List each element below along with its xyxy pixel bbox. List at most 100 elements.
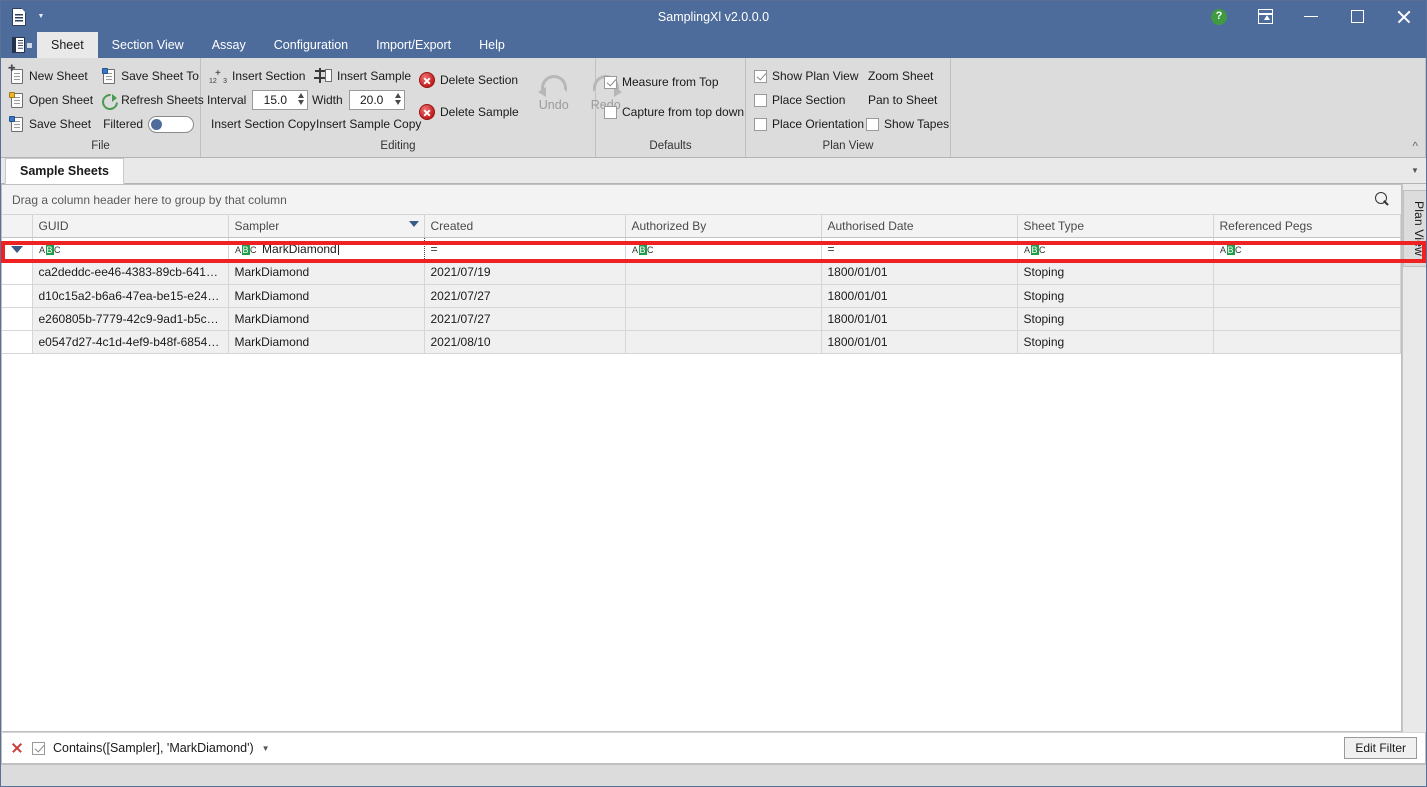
- table-row[interactable]: e260805b-7779-42c9-9ad1-b5c8943... MarkD…: [2, 307, 1401, 330]
- save-sheet-to-button[interactable]: Save Sheet To: [99, 64, 203, 88]
- filter-cell-authorised-date[interactable]: =: [821, 237, 1017, 261]
- cell-referenced-pegs[interactable]: [1213, 330, 1401, 353]
- cell-sampler[interactable]: MarkDiamond: [228, 330, 424, 353]
- column-header-referenced-pegs[interactable]: Referenced Pegs: [1213, 215, 1401, 237]
- cell-sheet-type[interactable]: Stoping: [1017, 284, 1213, 307]
- clear-filter-button[interactable]: [10, 741, 24, 755]
- table-row[interactable]: d10c15a2-b6a6-47ea-be15-e247115... MarkD…: [2, 284, 1401, 307]
- table-row[interactable]: e0547d27-4c1d-4ef9-b48f-6854df9... MarkD…: [2, 330, 1401, 353]
- filter-active-icon[interactable]: [409, 221, 419, 227]
- search-icon[interactable]: [1373, 191, 1391, 209]
- column-header-guid[interactable]: GUID: [32, 215, 228, 237]
- column-header-created[interactable]: Created: [424, 215, 625, 237]
- zoom-sheet-button[interactable]: Zoom Sheet: [864, 64, 954, 88]
- grid-filter-row[interactable]: ABC ABCMarkDiamond = ABC =: [2, 237, 1401, 261]
- filter-cell-created[interactable]: =: [424, 237, 625, 261]
- close-button[interactable]: [1380, 1, 1426, 32]
- refresh-sheets-button[interactable]: Refresh Sheets: [99, 88, 203, 112]
- edit-filter-button[interactable]: Edit Filter: [1344, 737, 1417, 759]
- restore-layout-button[interactable]: [1242, 1, 1288, 32]
- place-orientation-checkbox[interactable]: Place Orientation: [752, 112, 864, 136]
- filter-cell-sampler[interactable]: ABCMarkDiamond: [228, 237, 424, 261]
- cell-sampler[interactable]: MarkDiamond: [228, 261, 424, 284]
- cell-guid[interactable]: e0547d27-4c1d-4ef9-b48f-6854df9...: [32, 330, 228, 353]
- save-sheet-button[interactable]: Save Sheet: [7, 112, 99, 136]
- cell-authorised-date[interactable]: 1800/01/01: [821, 284, 1017, 307]
- place-section-checkbox[interactable]: Place Section: [752, 88, 864, 112]
- spinner-arrows-icon[interactable]: [395, 93, 401, 105]
- cell-referenced-pegs[interactable]: [1213, 307, 1401, 330]
- cell-guid[interactable]: e260805b-7779-42c9-9ad1-b5c8943...: [32, 307, 228, 330]
- tab-assay[interactable]: Assay: [198, 32, 260, 58]
- cell-sampler[interactable]: MarkDiamond: [228, 284, 424, 307]
- insert-sample-button[interactable]: Insert Sample: [312, 64, 417, 88]
- table-row[interactable]: ca2deddc-ee46-4383-89cb-641cdde... MarkD…: [2, 261, 1401, 284]
- insert-section-button[interactable]: + Insert Section: [207, 64, 312, 88]
- cell-authorized-by[interactable]: [625, 330, 821, 353]
- cell-created[interactable]: 2021/07/27: [424, 284, 625, 307]
- filter-enabled-checkbox[interactable]: [32, 742, 45, 755]
- tab-sample-sheets[interactable]: Sample Sheets: [5, 158, 124, 184]
- capture-from-top-down-checkbox[interactable]: Capture from top down: [602, 100, 742, 124]
- cell-sheet-type[interactable]: Stoping: [1017, 307, 1213, 330]
- tab-help[interactable]: Help: [465, 32, 519, 58]
- tab-section-view[interactable]: Section View: [98, 32, 198, 58]
- tab-import-export[interactable]: Import/Export: [362, 32, 465, 58]
- show-plan-view-checkbox[interactable]: Show Plan View: [752, 64, 864, 88]
- chevron-down-icon[interactable]: ▼: [1404, 158, 1426, 183]
- insert-section-copy-button[interactable]: Insert Section Copy: [207, 112, 312, 136]
- cell-authorized-by[interactable]: [625, 307, 821, 330]
- open-sheet-button[interactable]: Open Sheet: [7, 88, 99, 112]
- filter-cell-authorized-by[interactable]: ABC: [625, 237, 821, 261]
- cell-authorized-by[interactable]: [625, 284, 821, 307]
- filter-cell-sheet-type[interactable]: ABC: [1017, 237, 1213, 261]
- filter-cell-referenced-pegs[interactable]: ABC: [1213, 237, 1401, 261]
- undo-button[interactable]: Undo: [533, 68, 575, 112]
- column-header-authorized-by[interactable]: Authorized By: [625, 215, 821, 237]
- column-header-sheet-type[interactable]: Sheet Type: [1017, 215, 1213, 237]
- cell-authorized-by[interactable]: [625, 261, 821, 284]
- filter-cell-guid[interactable]: ABC: [32, 237, 228, 261]
- group-by-panel[interactable]: Drag a column header here to group by th…: [2, 185, 1401, 215]
- cell-created[interactable]: 2021/07/19: [424, 261, 625, 284]
- application-menu-button[interactable]: [7, 32, 37, 58]
- cell-authorised-date[interactable]: 1800/01/01: [821, 330, 1017, 353]
- cell-authorised-date[interactable]: 1800/01/01: [821, 261, 1017, 284]
- filtered-toggle[interactable]: [148, 116, 194, 133]
- interval-stepper[interactable]: 15.0: [252, 90, 308, 110]
- tab-sheet[interactable]: Sheet: [37, 32, 98, 58]
- column-header-authorised-date[interactable]: Authorised Date: [821, 215, 1017, 237]
- cell-sheet-type[interactable]: Stoping: [1017, 261, 1213, 284]
- insert-sample-copy-button[interactable]: Insert Sample Copy: [312, 112, 417, 136]
- show-tapes-checkbox[interactable]: Show Tapes: [864, 112, 954, 136]
- document-icon[interactable]: [9, 6, 29, 28]
- checkbox-label: Show Tapes: [884, 117, 949, 131]
- delete-sample-button[interactable]: Delete Sample: [417, 100, 525, 124]
- pan-to-sheet-button[interactable]: Pan to Sheet: [864, 88, 954, 112]
- ribbon-empty-area: [951, 58, 1426, 157]
- help-button[interactable]: ?: [1196, 1, 1242, 32]
- width-stepper[interactable]: 20.0: [349, 90, 405, 110]
- delete-section-button[interactable]: Delete Section: [417, 68, 525, 92]
- column-header-sampler[interactable]: Sampler: [228, 215, 424, 237]
- cell-authorised-date[interactable]: 1800/01/01: [821, 307, 1017, 330]
- cell-guid[interactable]: ca2deddc-ee46-4383-89cb-641cdde...: [32, 261, 228, 284]
- cell-guid[interactable]: d10c15a2-b6a6-47ea-be15-e247115...: [32, 284, 228, 307]
- minimize-button[interactable]: [1288, 1, 1334, 32]
- chevron-down-icon[interactable]: ▼: [262, 744, 270, 753]
- cell-created[interactable]: 2021/07/27: [424, 307, 625, 330]
- plan-view-panel-tab[interactable]: Plan View: [1403, 190, 1426, 267]
- maximize-button[interactable]: [1334, 1, 1380, 32]
- measure-from-top-checkbox[interactable]: Measure from Top: [602, 70, 742, 94]
- spinner-arrows-icon[interactable]: [298, 93, 304, 105]
- cell-sheet-type[interactable]: Stoping: [1017, 330, 1213, 353]
- cell-referenced-pegs[interactable]: [1213, 261, 1401, 284]
- cell-created[interactable]: 2021/08/10: [424, 330, 625, 353]
- chevron-down-icon[interactable]: [35, 11, 47, 23]
- cell-referenced-pegs[interactable]: [1213, 284, 1401, 307]
- tab-configuration[interactable]: Configuration: [260, 32, 362, 58]
- new-sheet-button[interactable]: New Sheet: [7, 64, 99, 88]
- collapse-ribbon-button[interactable]: ^: [1412, 139, 1418, 153]
- application-window: SamplingXl v2.0.0.0 ? Sheet Section View…: [0, 0, 1427, 787]
- cell-sampler[interactable]: MarkDiamond: [228, 307, 424, 330]
